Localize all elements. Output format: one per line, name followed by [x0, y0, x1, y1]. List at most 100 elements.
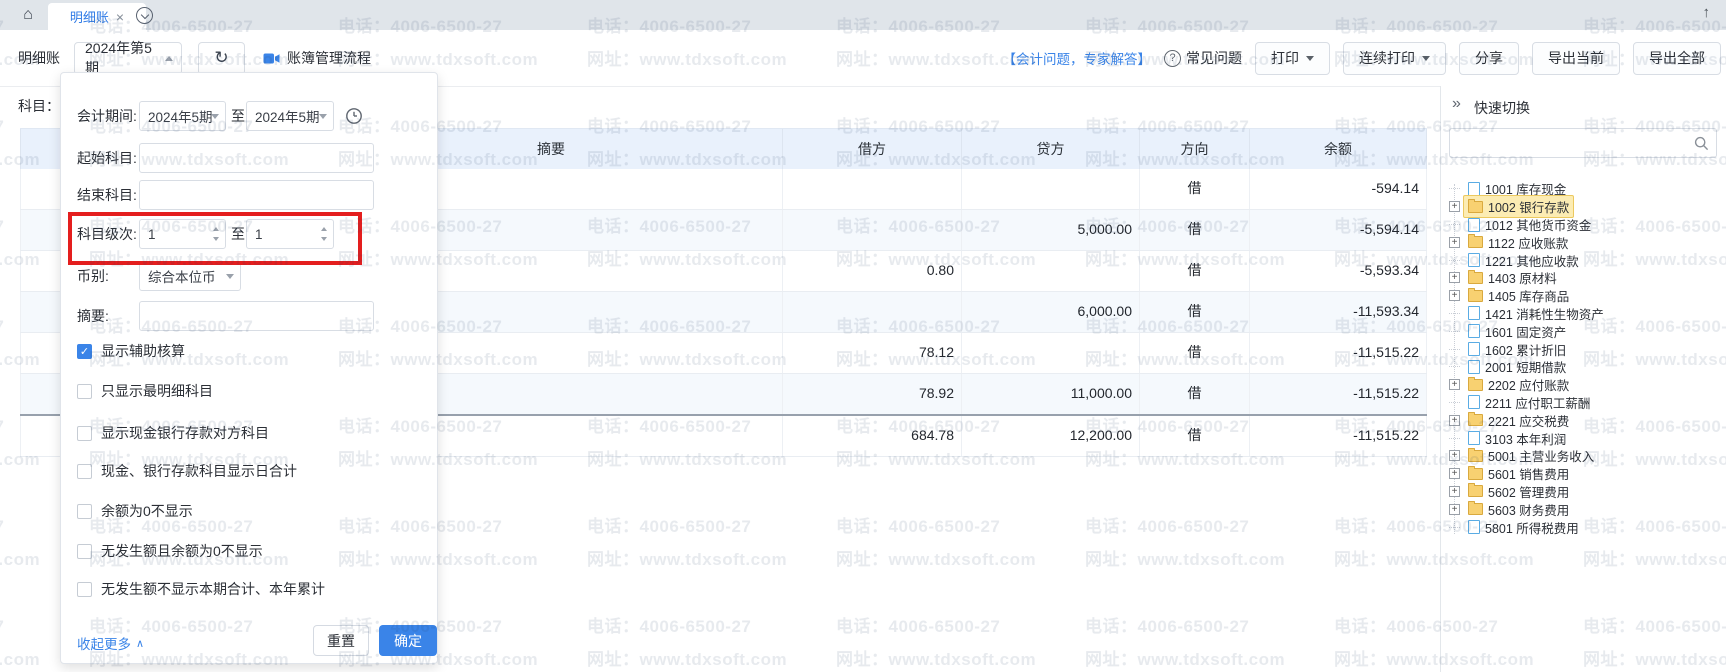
checkbox-icon[interactable]	[77, 426, 92, 441]
watermark-site: 网址：www.tdxsoft.com	[836, 645, 1036, 670]
checkbox-checked-icon[interactable]: ✓	[77, 344, 92, 359]
period-range-label: 会计期间:	[77, 101, 137, 131]
tree-item-body[interactable]: 5801 所得税费用	[1463, 516, 1584, 539]
ledger-flow-button[interactable]: 账簿管理流程	[263, 48, 371, 68]
watermark-phone: 电话：4006-6500-27	[1085, 512, 1249, 537]
watermark-site: 网址：www.tdxsoft.com	[0, 645, 40, 670]
filter-checkbox-row[interactable]: 无发生额且余额为0不显示	[77, 543, 263, 559]
filter-checkbox-row[interactable]: 现金、银行存款科目显示日合计	[77, 463, 297, 479]
checkbox-label: 只显示最明细科目	[101, 381, 213, 401]
spinner-up-icon[interactable]	[321, 227, 327, 231]
expand-plus-icon[interactable]: +	[1449, 290, 1460, 301]
checkbox-icon[interactable]	[77, 582, 92, 597]
tree-branch-line	[1449, 331, 1460, 332]
watermark-phone: 电话：4006-6500-27	[0, 412, 4, 437]
continuous-print-button[interactable]: 连续打印	[1343, 42, 1446, 75]
scroll-top-icon[interactable]: ↑	[1703, 4, 1711, 21]
caret-down-icon	[226, 274, 234, 279]
watermark-phone: 电话：4006-6500-27	[0, 612, 4, 637]
filter-checkbox-row[interactable]: 余额为0不显示	[77, 503, 193, 519]
folder-icon	[1468, 236, 1483, 248]
period-from-select[interactable]: 2024年5期	[139, 101, 226, 131]
home-button[interactable]: ⌂	[10, 0, 46, 30]
table-cell: 借	[1140, 292, 1250, 332]
watermark-phone: 电话：4006-6500-27	[0, 512, 4, 537]
filter-checkbox-row[interactable]: 只显示最明细科目	[77, 383, 213, 399]
period-to-select[interactable]: 2024年5期	[246, 101, 334, 131]
tree-branch-line	[1449, 313, 1460, 314]
print-button[interactable]: 打印	[1255, 42, 1330, 75]
expand-plus-icon[interactable]: +	[1449, 468, 1460, 479]
expand-plus-icon[interactable]: +	[1449, 486, 1460, 497]
start-account-label: 起始科目:	[77, 143, 137, 173]
export-all-button[interactable]: 导出全部	[1633, 42, 1721, 75]
checkbox-icon[interactable]	[77, 544, 92, 559]
caret-down-icon	[319, 114, 327, 119]
export-current-button[interactable]: 导出当前	[1532, 42, 1620, 75]
confirm-button[interactable]: 确定	[379, 625, 437, 656]
spinner-down-icon[interactable]	[321, 237, 327, 241]
spinner-up-icon[interactable]	[213, 227, 219, 231]
tree-branch-line	[1449, 260, 1460, 261]
checkbox-icon[interactable]	[77, 504, 92, 519]
level-from-stepper[interactable]: 1	[139, 219, 226, 249]
expand-plus-icon[interactable]: +	[1449, 450, 1460, 461]
folder-icon	[1468, 201, 1483, 213]
table-cell: 11,000.00	[962, 374, 1140, 414]
export-all-label: 导出全部	[1649, 48, 1705, 68]
collapse-more-link[interactable]: 收起更多 ∧	[77, 633, 144, 653]
expand-plus-icon[interactable]: +	[1449, 415, 1460, 426]
file-icon	[1468, 520, 1480, 534]
expand-plus-icon[interactable]: +	[1449, 379, 1460, 390]
caret-up-icon	[165, 56, 173, 61]
table-cell: -11,515.22	[1250, 416, 1427, 456]
reset-button[interactable]: 重置	[313, 625, 369, 656]
filter-checkbox-row[interactable]: 显示现金银行存款对方科目	[77, 425, 269, 441]
expand-plus-icon[interactable]: +	[1449, 272, 1460, 283]
folder-icon	[1468, 485, 1483, 497]
sidebar-collapse-icon[interactable]: »	[1452, 95, 1461, 113]
summary-filter-input[interactable]	[139, 301, 374, 331]
checkbox-icon[interactable]	[77, 464, 92, 479]
tab-close-icon[interactable]: ×	[116, 10, 124, 24]
checkbox-label: 显示现金银行存款对方科目	[101, 423, 269, 443]
tree-item-5801[interactable]: 5801 所得税费用	[1449, 518, 1719, 536]
checkbox-icon[interactable]	[77, 384, 92, 399]
video-camera-icon	[263, 52, 280, 65]
clock-icon[interactable]	[345, 107, 363, 125]
watermark-phone: 电话：4006-6500-27	[0, 312, 4, 337]
tab-detail-ledger[interactable]: 明细账 ×	[48, 3, 146, 30]
ledger-flow-label: 账簿管理流程	[287, 48, 371, 68]
currency-value: 综合本位币	[148, 266, 216, 286]
collapse-more-label: 收起更多	[77, 633, 131, 653]
start-account-input[interactable]	[139, 143, 374, 173]
table-cell	[962, 169, 1140, 209]
expert-qa-link[interactable]: 【会计问题，专家解答】	[1003, 48, 1152, 68]
spinner-down-icon[interactable]	[213, 237, 219, 241]
filter-checkbox-row[interactable]: 无发生额不显示本期合计、本年累计	[77, 581, 325, 597]
table-cell: 借	[1140, 251, 1250, 291]
expand-plus-icon[interactable]: +	[1449, 201, 1460, 212]
level-to-stepper[interactable]: 1	[246, 219, 334, 249]
folder-icon	[1468, 379, 1483, 391]
table-header-debit: 借方	[783, 129, 962, 169]
caret-down-icon	[1422, 56, 1430, 61]
expand-plus-icon[interactable]: +	[1449, 237, 1460, 248]
watermark-site: 网址：www.tdxsoft.com	[587, 545, 787, 570]
account-search-input[interactable]	[1449, 128, 1717, 158]
filter-checkbox-row[interactable]: ✓显示辅助核算	[77, 343, 185, 359]
end-account-input[interactable]	[139, 180, 374, 210]
expand-plus-icon[interactable]: +	[1449, 504, 1460, 515]
range-to-label-1: 至	[231, 101, 245, 131]
refresh-button[interactable]: ↻	[198, 42, 245, 75]
currency-select[interactable]: 综合本位币	[139, 261, 241, 291]
faq-link[interactable]: ? 常见问题	[1164, 48, 1242, 68]
continuous-print-label: 连续打印	[1359, 48, 1415, 68]
app-root: ⌂ 明细账 × ↑ 明细账 2024年第5期 ↻ 账簿管理流程 【会计问题，专家…	[0, 0, 1726, 672]
tab-list-dropdown-icon[interactable]	[136, 7, 153, 24]
share-button[interactable]: 分享	[1459, 42, 1519, 75]
table-cell	[783, 292, 962, 332]
file-icon	[1468, 218, 1480, 232]
period-select[interactable]: 2024年第5期	[74, 42, 182, 75]
folder-icon	[1468, 468, 1483, 480]
